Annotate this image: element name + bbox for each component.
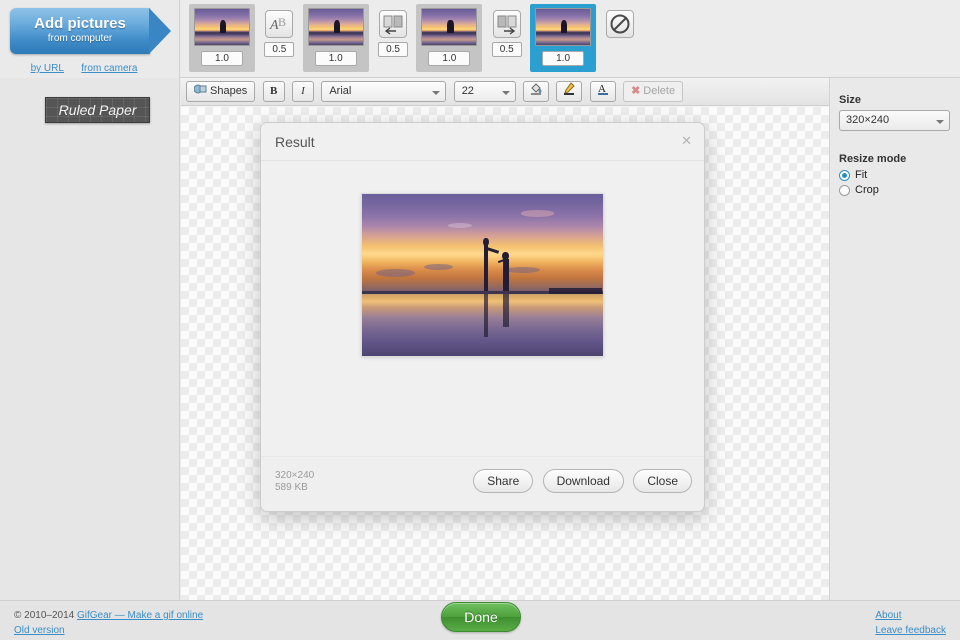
transition-duration-input[interactable]: 0.5 [264, 42, 294, 57]
font-family-select[interactable]: Arial [321, 81, 446, 102]
top-strip: Add pictures from computer by URL from c… [0, 0, 960, 78]
result-dialog: Result ✕ [260, 122, 705, 512]
slide-right-transition-icon[interactable] [493, 10, 521, 38]
delete-x-icon: ✖ [631, 85, 640, 97]
frame-duration-input[interactable]: 1.0 [542, 51, 584, 66]
resize-mode-option-fit[interactable]: Fit [839, 169, 950, 181]
sunset-thumb-art [195, 9, 249, 45]
done-button[interactable]: Done [441, 602, 521, 632]
old-version-link[interactable]: Old version [14, 625, 65, 636]
add-pictures-panel: Add pictures from computer by URL from c… [0, 0, 180, 78]
radio-crop-icon[interactable] [839, 185, 850, 196]
slide-left-transition-icon[interactable] [379, 10, 407, 38]
about-link[interactable]: About [875, 610, 901, 621]
resize-mode-fit-label: Fit [855, 169, 867, 181]
radio-fit-icon[interactable] [839, 170, 850, 181]
marker-pen-icon[interactable] [556, 81, 582, 102]
frame-duration-input[interactable]: 1.0 [428, 51, 470, 66]
footer-left: © 2010–2014 GifGear — Make a gif online … [14, 608, 203, 638]
transition-duration-input[interactable]: 0.5 [378, 42, 408, 57]
size-select[interactable]: 320×240 [839, 110, 950, 131]
add-pictures-links: by URL from camera [0, 60, 168, 74]
bold-button[interactable]: B [263, 81, 285, 102]
frame-image [535, 8, 591, 46]
sunset-thumb-art [422, 9, 476, 45]
chevron-down-icon [502, 91, 510, 95]
download-button[interactable]: Download [543, 469, 624, 493]
add-by-url-link[interactable]: by URL [31, 63, 64, 74]
resize-mode-option-crop[interactable]: Crop [839, 184, 950, 196]
right-sidebar: Size 320×240 Resize mode Fit Crop [829, 78, 960, 600]
font-family-value: Arial [329, 85, 351, 97]
size-label: Size [839, 94, 950, 106]
frame-image [421, 8, 477, 46]
chevron-down-icon [432, 91, 440, 95]
footer-right: About Leave feedback [875, 608, 946, 638]
frame-duration-input[interactable]: 1.0 [201, 51, 243, 66]
resize-mode-group: Resize mode Fit Crop [839, 153, 950, 196]
sunset-beach-art [362, 194, 603, 356]
left-sidebar: Ruled Paper [0, 78, 180, 600]
add-pictures-subtitle: from computer [10, 33, 150, 44]
transition-slot: A B 0.5 [262, 10, 296, 57]
chevron-down-icon [936, 120, 944, 124]
close-icon[interactable]: ✕ [681, 135, 692, 147]
result-dimensions: 320×240 [275, 470, 314, 482]
frame-thumbnail[interactable]: 1.0 [189, 4, 255, 72]
copyright-text: © 2010–2014 [14, 610, 77, 621]
share-button[interactable]: Share [473, 469, 533, 493]
transition-slot: 0.5 [490, 10, 524, 57]
sunset-thumb-art [309, 9, 363, 45]
frame-strip: 1.0 A B 0.5 1.0 [181, 0, 960, 77]
edit-toolbar: Shapes B I Arial 22 [181, 78, 829, 106]
transition-duration-input[interactable]: 0.5 [492, 42, 522, 57]
shapes-button[interactable]: Shapes [186, 81, 255, 102]
dialog-header: Result ✕ [261, 123, 704, 161]
italic-button[interactable]: I [292, 81, 314, 102]
frame-thumbnail[interactable]: 1.0 [416, 4, 482, 72]
frame-thumbnail-selected[interactable]: 1.0 [530, 4, 596, 72]
paint-bucket-icon[interactable] [523, 81, 549, 102]
transition-slot: 0.5 [376, 10, 410, 57]
text-color-icon[interactable]: A [590, 81, 616, 102]
frame-thumbnail[interactable]: 1.0 [303, 4, 369, 72]
font-size-select[interactable]: 22 [454, 81, 516, 102]
leave-feedback-link[interactable]: Leave feedback [875, 625, 946, 636]
size-value: 320×240 [846, 114, 889, 126]
fade-transition-icon[interactable]: A B [265, 10, 293, 38]
font-size-value: 22 [462, 85, 474, 97]
ruled-paper-effect-button[interactable]: Ruled Paper [45, 97, 150, 123]
gifgear-link[interactable]: GifGear — Make a gif online [77, 610, 203, 621]
frame-duration-input[interactable]: 1.0 [315, 51, 357, 66]
frame-image [194, 8, 250, 46]
result-meta: 320×240 589 KB [275, 470, 314, 494]
dialog-actions: Share Download Close [467, 469, 692, 493]
result-image [361, 193, 604, 357]
frame-image [308, 8, 364, 46]
no-transition-icon[interactable] [606, 10, 634, 38]
shapes-label: Shapes [210, 85, 247, 97]
dialog-footer: 320×240 589 KB Share Download Close [261, 456, 704, 511]
delete-button[interactable]: ✖Delete [623, 81, 683, 102]
add-pictures-button[interactable]: Add pictures from computer [10, 8, 150, 54]
result-filesize: 589 KB [275, 482, 314, 494]
app-root: Add pictures from computer by URL from c… [0, 0, 960, 640]
sunset-thumb-art [536, 9, 590, 45]
svg-text:B: B [278, 15, 286, 29]
delete-label: Delete [643, 85, 675, 97]
dialog-title: Result [275, 134, 315, 150]
resize-mode-label: Resize mode [839, 153, 950, 165]
add-from-camera-link[interactable]: from camera [81, 63, 137, 74]
close-button[interactable]: Close [633, 469, 692, 493]
dialog-body [261, 161, 704, 456]
add-pictures-title: Add pictures [10, 8, 150, 32]
resize-mode-crop-label: Crop [855, 184, 879, 196]
